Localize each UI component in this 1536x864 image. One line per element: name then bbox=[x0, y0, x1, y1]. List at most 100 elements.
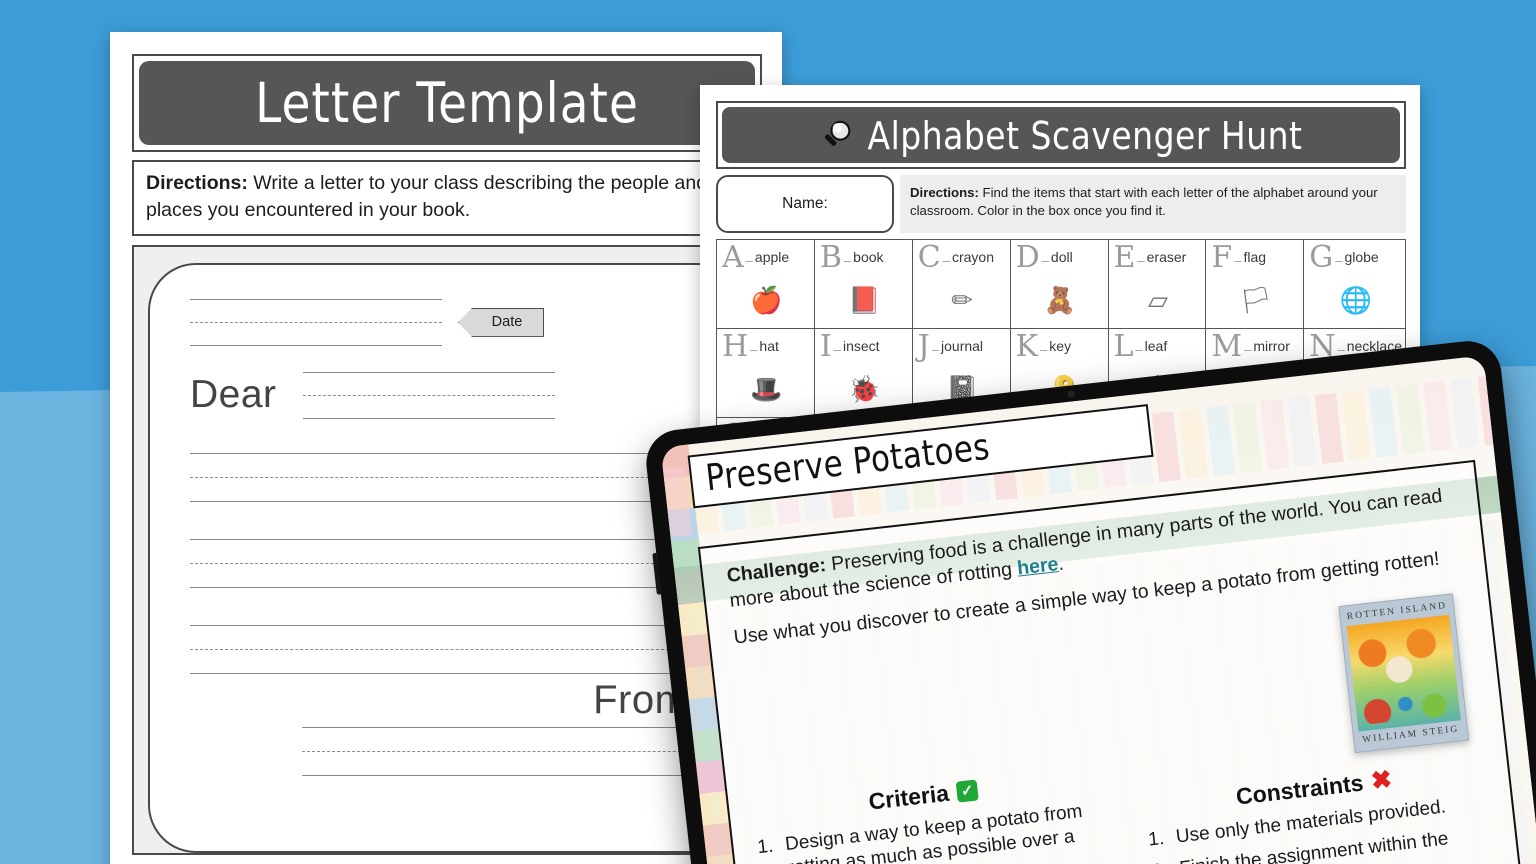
alphabet-dash-icon: – bbox=[1234, 253, 1242, 268]
criteria-column: Criteria ✓ 1. Design a way to keep a pota… bbox=[728, 761, 1132, 864]
closing-label: From, bbox=[593, 677, 700, 722]
alphabet-cell[interactable]: D – doll 🧸 bbox=[1010, 240, 1109, 329]
alphabet-title-frame: Alphabet Scavenger Hunt bbox=[716, 101, 1406, 169]
alphabet-cell[interactable]: E – eraser ▱ bbox=[1108, 240, 1207, 329]
globe-icon: 🌐 bbox=[1339, 284, 1372, 315]
hat-icon: 🎩 bbox=[750, 373, 783, 404]
alphabet-cell-head: F – flag bbox=[1211, 240, 1300, 275]
alphabet-cell-head: H – hat bbox=[722, 329, 811, 364]
doll-icon: 🧸 bbox=[1043, 284, 1077, 315]
alphabet-dash-icon: – bbox=[931, 342, 940, 357]
alphabet-letter: F bbox=[1211, 240, 1233, 275]
alphabet-letter: K bbox=[1015, 329, 1039, 364]
salutation-line-bottom bbox=[302, 417, 555, 419]
green-check-icon: ✓ bbox=[955, 779, 979, 803]
alphabet-dash-icon: – bbox=[833, 342, 841, 357]
magnifying-glass-icon bbox=[824, 120, 850, 146]
alphabet-word: journal bbox=[941, 338, 984, 354]
alphabet-meta-row: Name: Directions: Find the items that st… bbox=[716, 175, 1406, 233]
criteria-item-number: 1. bbox=[756, 835, 775, 859]
alphabet-cell[interactable]: B – book 📕 bbox=[814, 240, 913, 329]
letter-title-frame: Letter Template bbox=[132, 54, 762, 152]
alphabet-cell-head: E – eraser bbox=[1113, 240, 1203, 275]
alphabet-cell[interactable]: G – globe 🌐 bbox=[1304, 240, 1406, 329]
alphabet-cell-head: L – leaf bbox=[1114, 332, 1203, 362]
alphabet-letter: M bbox=[1211, 329, 1243, 364]
alphabet-dash-icon: – bbox=[1244, 342, 1252, 357]
alphabet-letter: H bbox=[722, 329, 749, 364]
alphabet-dash-icon: – bbox=[750, 342, 758, 357]
tablet-camera-icon bbox=[1067, 390, 1075, 398]
letter-lines-group[interactable] bbox=[190, 452, 714, 674]
salutation-lines[interactable] bbox=[302, 371, 555, 419]
alphabet-letter: C bbox=[917, 240, 941, 275]
alphabet-letter: J bbox=[917, 329, 930, 364]
alphabet-word: insect bbox=[842, 338, 880, 354]
red-x-icon: ✖ bbox=[1369, 765, 1394, 796]
alphabet-word: eraser bbox=[1146, 249, 1187, 265]
alphabet-directions-text: Find the items that start with each lett… bbox=[910, 185, 1378, 219]
alphabet-cell-head: G – globe bbox=[1309, 240, 1402, 275]
constraints-column: Constraints ✖ 1. Use only the materials p… bbox=[1115, 717, 1519, 864]
letter-directions: Directions: Write a letter to your class… bbox=[132, 160, 762, 236]
salutation-label: Dear bbox=[190, 373, 277, 417]
alphabet-dash-icon: – bbox=[1135, 342, 1143, 357]
alphabet-dash-icon: – bbox=[942, 253, 950, 268]
alphabet-dash-icon: – bbox=[745, 253, 753, 268]
book-cover-art bbox=[1346, 615, 1462, 733]
alphabet-word: hat bbox=[759, 338, 779, 354]
salutation-row: Dear bbox=[190, 371, 714, 419]
apple-icon: 🍎 bbox=[750, 284, 783, 315]
alphabet-word: key bbox=[1049, 338, 1072, 354]
letter-line bbox=[190, 672, 714, 674]
alphabet-cell[interactable]: F – flag 🏳 bbox=[1206, 240, 1305, 329]
alphabet-letter: B bbox=[819, 240, 842, 275]
alphabet-word: leaf bbox=[1144, 338, 1168, 354]
alphabet-letter: G bbox=[1309, 240, 1334, 275]
alphabet-cell[interactable]: C – crayon ✏ bbox=[912, 240, 1011, 329]
alphabet-letter: I bbox=[819, 329, 832, 364]
alphabet-dash-icon: – bbox=[1040, 342, 1048, 357]
letter-directions-label: Directions: bbox=[146, 172, 248, 194]
alphabet-word: crayon bbox=[951, 249, 994, 265]
alphabet-dash-icon: – bbox=[1041, 253, 1049, 268]
alphabet-word: book bbox=[853, 249, 884, 265]
challenge-period: . bbox=[1057, 552, 1065, 575]
signature-line-bottom bbox=[302, 774, 744, 776]
alphabet-word: apple bbox=[754, 249, 790, 265]
alphabet-letter: D bbox=[1015, 240, 1040, 275]
letter-title-bar: Letter Template bbox=[139, 61, 755, 145]
name-label: Name: bbox=[782, 195, 828, 212]
crayon-icon: ✏ bbox=[951, 284, 974, 315]
name-field[interactable]: Name: bbox=[716, 175, 894, 233]
alphabet-word: globe bbox=[1344, 249, 1379, 265]
tablet-screen[interactable]: Preserve Potatoes Challenge: Preserving … bbox=[660, 355, 1536, 864]
alphabet-word: doll bbox=[1050, 249, 1073, 265]
alphabet-title-bar: Alphabet Scavenger Hunt bbox=[722, 107, 1400, 163]
letter-title-text: Letter Template bbox=[255, 70, 639, 136]
alphabet-cell[interactable]: A – apple 🍎 bbox=[717, 240, 815, 329]
alphabet-cell-head: C – crayon bbox=[917, 240, 1007, 275]
date-line-bottom bbox=[190, 344, 442, 346]
alphabet-dash-icon: – bbox=[1137, 253, 1145, 268]
alphabet-dash-icon: – bbox=[1335, 253, 1343, 268]
date-block[interactable]: Date bbox=[190, 298, 544, 346]
eraser-icon: ▱ bbox=[1147, 284, 1168, 315]
alphabet-cell-head: B – book bbox=[819, 240, 909, 275]
alphabet-cell-head: I – insect bbox=[819, 329, 909, 364]
constraints-heading: Constraints bbox=[1234, 769, 1365, 810]
alphabet-cell-head: K – key bbox=[1015, 329, 1105, 364]
book-icon: 📕 bbox=[848, 284, 881, 315]
alphabet-letter: E bbox=[1113, 240, 1136, 275]
alphabet-cell-head: A – apple bbox=[722, 243, 811, 273]
alphabet-cell-head: J – journal bbox=[917, 329, 1007, 364]
alphabet-cell[interactable]: H – hat 🎩 bbox=[717, 329, 815, 418]
criteria-constraints-row: Criteria ✓ 1. Design a way to keep a pota… bbox=[728, 717, 1518, 864]
criteria-heading: Criteria bbox=[867, 779, 951, 815]
alphabet-title-text: Alphabet Scavenger Hunt bbox=[867, 112, 1303, 158]
alphabet-word: flag bbox=[1243, 249, 1267, 265]
alphabet-directions: Directions: Find the items that start wi… bbox=[900, 175, 1406, 233]
alphabet-cell-head: M – mirror bbox=[1211, 329, 1300, 364]
here-link[interactable]: here bbox=[1016, 553, 1059, 579]
alphabet-directions-label: Directions: bbox=[910, 185, 979, 200]
